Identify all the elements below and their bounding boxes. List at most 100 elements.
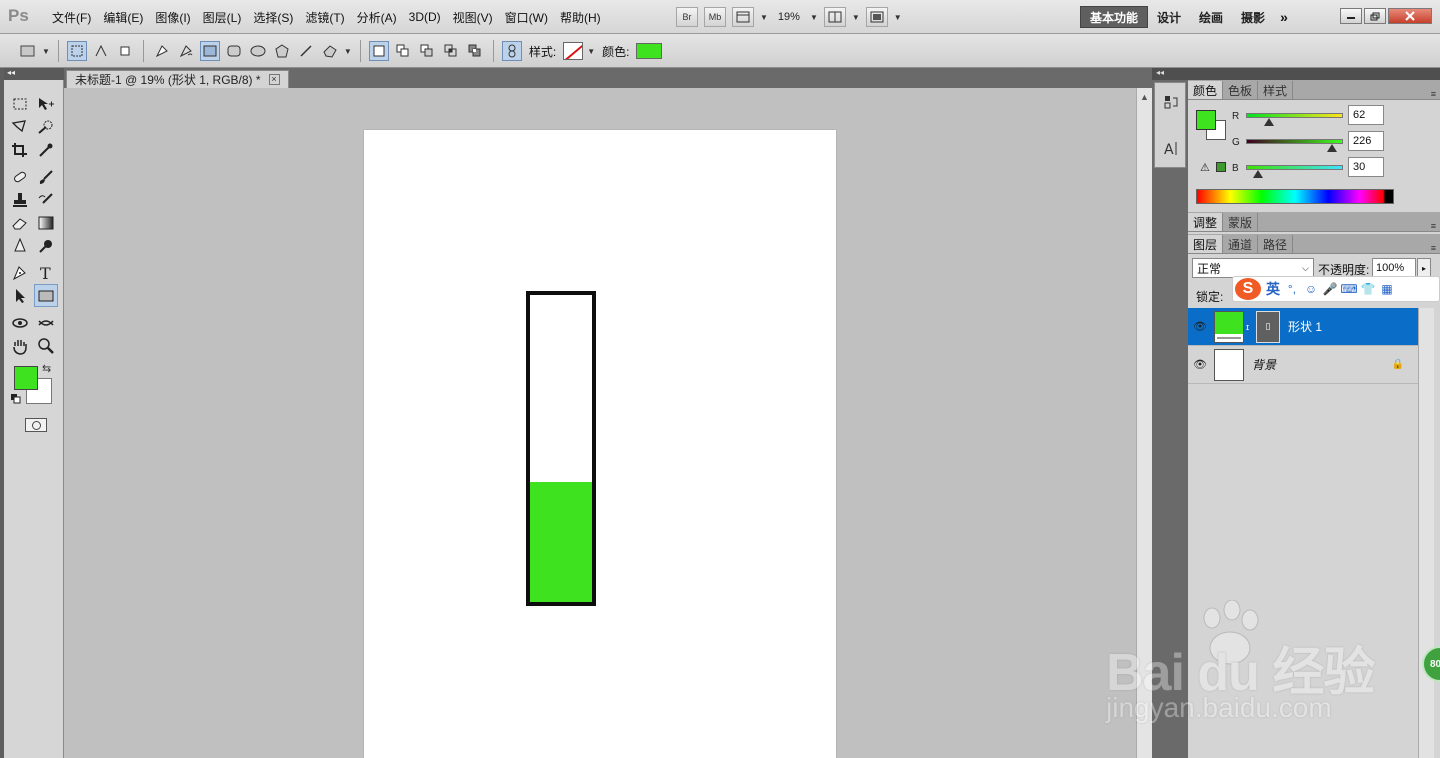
quick-mask-button[interactable] — [25, 418, 47, 432]
layer-row-background[interactable]: 👁 背景 🔒 — [1188, 346, 1418, 384]
3d-orbit-tool[interactable] — [34, 311, 58, 334]
workspace-design[interactable]: 设计 — [1148, 6, 1190, 28]
menu-select[interactable]: 选择(S) — [247, 9, 299, 26]
mini-bridge-button[interactable]: Mb — [704, 7, 726, 27]
rectangle-shape-option[interactable] — [199, 41, 220, 61]
gauge-shape[interactable] — [526, 291, 596, 606]
ellipse-option[interactable] — [248, 41, 268, 61]
exclude-shape-option[interactable] — [465, 41, 485, 61]
microphone-icon[interactable]: 🎤 — [1323, 282, 1338, 296]
eye-icon[interactable]: 👁 — [1188, 358, 1212, 371]
menu-analysis[interactable]: 分析(A) — [351, 9, 403, 26]
punctuation-icon[interactable]: °, — [1285, 282, 1299, 296]
lasso-tool[interactable] — [8, 115, 32, 138]
tool-preset-picker[interactable] — [18, 41, 38, 61]
layers-scrollbar[interactable] — [1418, 308, 1434, 758]
hand-tool[interactable] — [8, 334, 32, 357]
tab-paths[interactable]: 路径 — [1258, 235, 1294, 253]
chevron-down-icon[interactable]: ▼ — [587, 47, 595, 56]
menu-3d[interactable]: 3D(D) — [403, 10, 447, 24]
collapse-panels-bar[interactable] — [1188, 68, 1440, 80]
eye-icon[interactable]: 👁 — [1188, 320, 1212, 333]
color-panel-foreground[interactable] — [1196, 110, 1216, 130]
bridge-button[interactable]: Br — [676, 7, 698, 27]
menu-filter[interactable]: 滤镜(T) — [299, 9, 350, 26]
menu-layer[interactable]: 图层(L) — [197, 9, 248, 26]
green-slider-thumb[interactable] — [1327, 144, 1338, 152]
tab-styles[interactable]: 样式 — [1258, 81, 1294, 99]
tab-swatches[interactable]: 色板 — [1223, 81, 1259, 99]
document-canvas[interactable] — [364, 130, 836, 758]
close-document-button[interactable]: × — [268, 74, 280, 85]
subtract-shape-option[interactable] — [417, 41, 437, 61]
out-of-gamut-warning-icon[interactable]: ⚠ — [1200, 161, 1210, 174]
history-panel-button[interactable] — [1160, 91, 1182, 113]
panel-menu-icon[interactable]: ≡ — [1431, 243, 1436, 253]
tab-color[interactable]: 颜色 — [1188, 81, 1224, 99]
zoom-level[interactable]: 19% — [774, 11, 804, 23]
collapse-toolbox-button[interactable]: ◂◂ — [4, 68, 64, 80]
foreground-color-swatch[interactable] — [14, 366, 38, 390]
path-selection-tool[interactable] — [8, 284, 32, 307]
menu-file[interactable]: 文件(F) — [46, 9, 97, 26]
clone-stamp-tool[interactable] — [8, 188, 32, 211]
color-spectrum-bar[interactable] — [1196, 189, 1394, 204]
healing-brush-tool[interactable] — [8, 165, 32, 188]
link-layer-style-toggle[interactable] — [501, 41, 522, 61]
fill-pixels-mode[interactable] — [115, 41, 135, 61]
pen-tool-option[interactable] — [152, 41, 172, 61]
more-workspaces-button[interactable]: » — [1274, 9, 1294, 25]
menu-help[interactable]: 帮助(H) — [554, 9, 607, 26]
crop-tool[interactable] — [8, 138, 32, 161]
close-window-button[interactable] — [1388, 8, 1432, 24]
polygon-option[interactable] — [272, 41, 292, 61]
red-value-input[interactable]: 62 — [1348, 105, 1384, 125]
scroll-up-icon[interactable]: ▲ — [1140, 92, 1149, 102]
quick-selection-tool[interactable] — [34, 115, 58, 138]
panel-menu-icon[interactable]: ≡ — [1431, 89, 1436, 99]
3d-rotate-tool[interactable] — [8, 311, 32, 334]
minimize-button[interactable] — [1340, 8, 1362, 24]
tab-channels[interactable]: 通道 — [1223, 235, 1259, 253]
gradient-tool[interactable] — [34, 211, 58, 234]
menu-view[interactable]: 视图(V) — [447, 9, 499, 26]
dodge-tool[interactable] — [34, 234, 58, 257]
panel-menu-icon[interactable]: ≡ — [1431, 221, 1436, 231]
blend-mode-select[interactable]: 正常 ⌵ — [1192, 258, 1314, 278]
menu-image[interactable]: 图像(I) — [149, 9, 196, 26]
ime-language-toggle[interactable]: 英 — [1266, 279, 1280, 299]
chevron-down-icon[interactable]: ▼ — [760, 13, 768, 22]
layer-name[interactable]: 形状 1 — [1288, 318, 1322, 335]
chevron-down-icon[interactable]: ▼ — [42, 47, 50, 56]
expand-dock-button[interactable]: ◂◂ — [1152, 68, 1188, 80]
workspace-essentials[interactable]: 基本功能 — [1080, 6, 1149, 28]
sogou-logo[interactable]: S — [1235, 278, 1261, 300]
blue-value-input[interactable]: 30 — [1348, 157, 1384, 177]
marquee-tool[interactable] — [8, 92, 32, 115]
green-value-input[interactable]: 226 — [1348, 131, 1384, 151]
emoji-icon[interactable]: ☺ — [1304, 282, 1318, 296]
default-colors-icon[interactable] — [11, 394, 21, 404]
chevron-down-icon[interactable]: ▼ — [344, 47, 352, 56]
document-tab[interactable]: 未标题-1 @ 19% (形状 1, RGB/8) * × — [66, 70, 289, 88]
tab-adjustments[interactable]: 调整 — [1188, 213, 1224, 231]
red-slider-thumb[interactable] — [1264, 118, 1275, 126]
toolbox-icon[interactable]: ▦ — [1380, 282, 1394, 296]
eraser-tool[interactable] — [8, 211, 32, 234]
swap-colors-icon[interactable]: ⇆ — [42, 362, 51, 375]
menu-window[interactable]: 窗口(W) — [499, 9, 554, 26]
keyboard-icon[interactable]: ⌨ — [1340, 282, 1357, 296]
menu-edit[interactable]: 编辑(E) — [97, 9, 149, 26]
shape-layers-mode[interactable] — [66, 41, 87, 61]
line-option[interactable] — [296, 41, 316, 61]
move-tool[interactable] — [34, 92, 58, 115]
chevron-down-icon[interactable]: ▼ — [894, 13, 902, 22]
zoom-tool[interactable] — [34, 334, 58, 357]
chevron-down-icon[interactable]: ▼ — [852, 13, 860, 22]
tab-layers[interactable]: 图层 — [1188, 235, 1224, 253]
blue-slider-thumb[interactable] — [1252, 170, 1263, 178]
arrange-documents-button[interactable] — [823, 7, 846, 27]
brush-tool[interactable] — [34, 165, 58, 188]
eyedropper-tool[interactable] — [34, 138, 58, 161]
screen-mode-button[interactable] — [865, 7, 888, 27]
